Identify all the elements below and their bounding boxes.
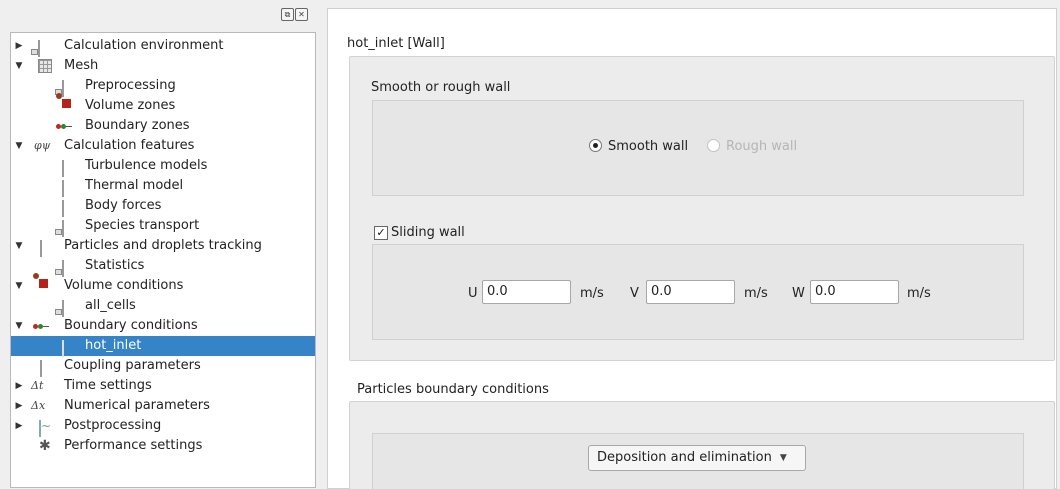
collapse-arrow-icon[interactable]: ▼ (14, 236, 24, 256)
tree-item-particles-tracking[interactable]: ▼ Particles and droplets tracking (11, 236, 315, 257)
tree-item-label: Postprocessing (64, 418, 162, 433)
tree-item-label: Preprocessing (85, 78, 176, 93)
tree-item-label: Calculation features (64, 138, 195, 153)
document-icon (62, 180, 64, 197)
tree-item-calculation-environment[interactable]: ▶ Calculation environment (11, 36, 315, 57)
collapse-arrow-icon[interactable]: ▼ (14, 316, 24, 336)
document-icon (62, 160, 64, 177)
tree-item-all-cells[interactable]: all_cells (11, 296, 315, 317)
rough-wall-label: Rough wall (726, 139, 798, 154)
radio-selected-icon[interactable] (589, 139, 602, 152)
collapse-arrow-icon[interactable]: ▼ (14, 136, 24, 156)
document-icon (62, 260, 64, 277)
tree-item-turbulence-models[interactable]: Turbulence models (11, 156, 315, 177)
particles-bc-dropdown[interactable]: Deposition and elimination ▼ (588, 445, 806, 471)
dropdown-value: Deposition and elimination (597, 450, 772, 465)
tree-item-hot-inlet[interactable]: hot_inlet (11, 336, 315, 357)
document-icon (40, 360, 42, 377)
tree-item-calculation-features[interactable]: ▼ φψ Calculation features (11, 136, 315, 156)
w-velocity-input[interactable]: 0.0 (810, 280, 899, 304)
v-velocity-input[interactable]: 0.0 (646, 280, 735, 304)
collapse-arrow-icon[interactable]: ▼ (14, 276, 24, 296)
tree-item-label: Volume conditions (64, 278, 184, 293)
sliding-wall-checkbox[interactable]: ✓ (374, 226, 388, 240)
tree-item-postprocessing[interactable]: ▶ Postprocessing (11, 416, 315, 437)
float-icon[interactable]: ⧉ (281, 8, 294, 21)
navigation-tree[interactable]: ▶ Calculation environment ▼ Mesh Preproc… (10, 32, 316, 488)
particles-bc-label: Particles boundary conditions (357, 382, 549, 397)
sliding-wall-label: Sliding wall (391, 225, 465, 240)
u-velocity-input[interactable]: 0.0 (482, 280, 571, 304)
tree-item-mesh[interactable]: ▼ Mesh (11, 56, 315, 76)
tree-item-statistics[interactable]: Statistics (11, 256, 315, 277)
delta-t-icon: Δt (31, 379, 44, 392)
tree-item-label: Boundary zones (85, 118, 190, 133)
rough-wall-radio[interactable]: Rough wall (707, 139, 797, 154)
tree-item-label: Mesh (64, 58, 99, 73)
document-icon (62, 300, 64, 317)
tree-item-label: Thermal model (85, 178, 184, 193)
expand-arrow-icon[interactable]: ▶ (14, 416, 24, 436)
gear-icon: ✱ (39, 438, 51, 454)
delta-x-icon: Δx (31, 399, 46, 412)
document-icon (62, 340, 64, 357)
tree-item-label: Boundary conditions (64, 318, 198, 333)
tree-item-species-transport[interactable]: Species transport (11, 216, 315, 237)
phi-psi-icon: φψ (34, 139, 51, 152)
tree-item-label: Statistics (85, 258, 145, 273)
tree-item-boundary-conditions[interactable]: ▼ Boundary conditions (11, 316, 315, 336)
tree-item-label: Coupling parameters (64, 358, 201, 373)
chevron-down-icon: ▼ (779, 453, 787, 463)
u-label: U (468, 286, 478, 301)
expand-arrow-icon[interactable]: ▶ (14, 396, 24, 416)
smooth-wall-radio[interactable]: Smooth wall (589, 139, 688, 154)
radio-unselected-icon[interactable] (707, 139, 720, 152)
tree-item-volume-zones[interactable]: Volume zones (11, 93, 315, 116)
close-icon[interactable]: ✕ (295, 8, 308, 21)
v-label: V (630, 286, 639, 301)
tree-item-volume-conditions[interactable]: ▼ Volume conditions (11, 273, 315, 296)
page-title: hot_inlet [Wall] (347, 36, 445, 51)
tree-item-thermal-model[interactable]: Thermal model (11, 176, 315, 197)
wall-type-box (372, 100, 1024, 196)
w-unit-label: m/s (907, 286, 931, 301)
expand-arrow-icon[interactable]: ▶ (14, 36, 24, 56)
tree-item-label: hot_inlet (85, 338, 142, 353)
wall-type-label: Smooth or rough wall (371, 80, 511, 95)
document-icon (62, 200, 64, 217)
tree-item-label: Performance settings (64, 438, 203, 453)
tree-item-label: Time settings (64, 378, 152, 393)
tree-item-label: Body forces (85, 198, 162, 213)
document-icon (62, 220, 64, 237)
smooth-wall-label: Smooth wall (608, 139, 689, 154)
tree-item-numerical-parameters[interactable]: ▶ Δx Numerical parameters (11, 396, 315, 416)
tree-item-coupling-parameters[interactable]: Coupling parameters (11, 356, 315, 377)
expand-arrow-icon[interactable]: ▶ (14, 376, 24, 396)
tree-item-body-forces[interactable]: Body forces (11, 196, 315, 217)
tree-item-time-settings[interactable]: ▶ Δt Time settings (11, 376, 315, 396)
collapse-arrow-icon[interactable]: ▼ (14, 56, 24, 76)
tree-item-label: Particles and droplets tracking (64, 238, 262, 253)
tree-item-performance-settings[interactable]: ✱ Performance settings (11, 436, 315, 456)
document-icon (40, 240, 42, 257)
tree-item-label: Volume zones (85, 98, 176, 113)
tree-item-label: Numerical parameters (64, 398, 210, 413)
tree-item-label: Calculation environment (64, 38, 224, 53)
document-icon (38, 40, 40, 57)
v-unit-label: m/s (744, 286, 768, 301)
tree-item-label: Turbulence models (85, 158, 208, 173)
tree-item-label: Species transport (85, 218, 200, 233)
tree-item-boundary-zones[interactable]: Boundary zones (11, 116, 315, 136)
document-icon (62, 80, 64, 97)
mesh-grid-icon (38, 59, 52, 73)
chart-icon (39, 420, 41, 437)
dock-header: ⧉ ✕ (0, 0, 318, 30)
u-unit-label: m/s (580, 286, 604, 301)
tree-item-label: all_cells (85, 298, 136, 313)
w-label: W (792, 286, 805, 301)
